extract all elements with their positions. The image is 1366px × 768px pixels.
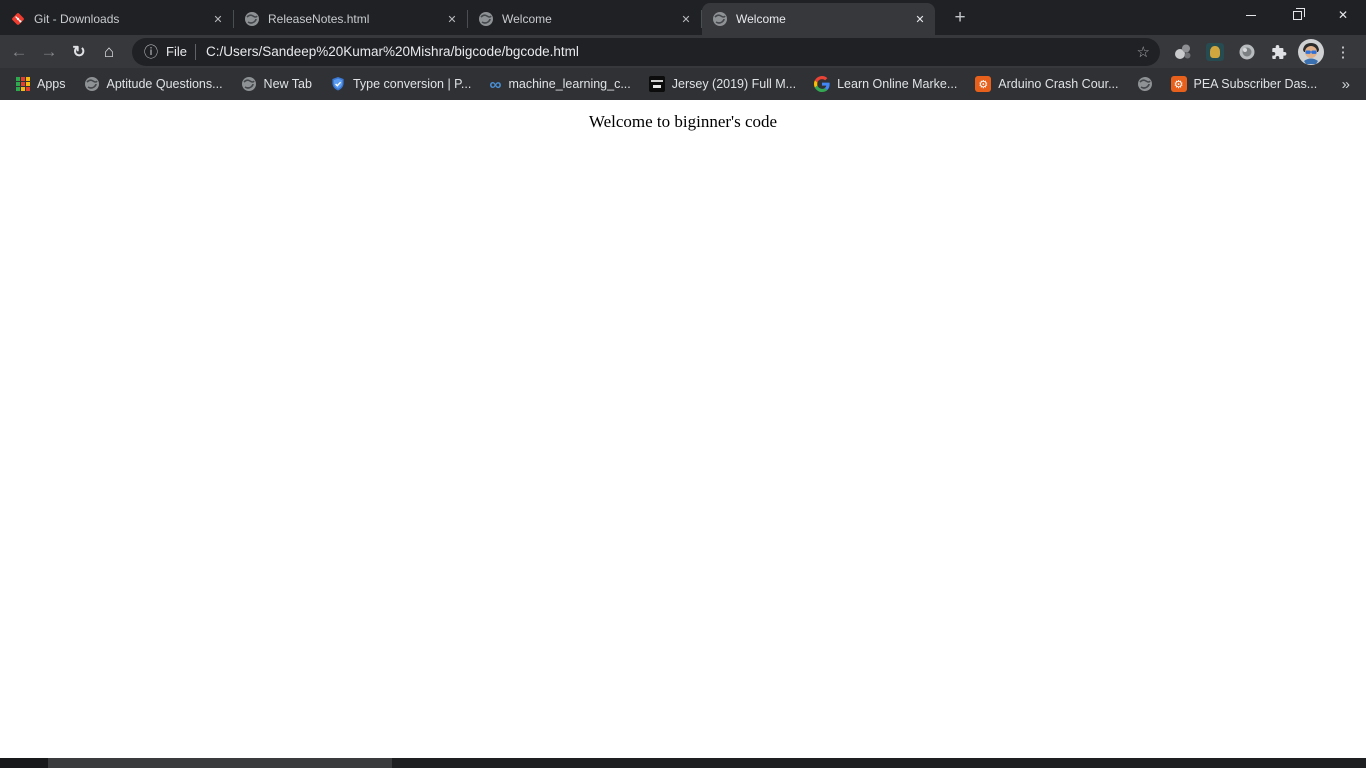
- globe-icon: [244, 11, 260, 27]
- bookmark-label: Learn Online Marke...: [837, 77, 958, 91]
- bookmark-label: New Tab: [263, 77, 312, 91]
- restore-button[interactable]: [1274, 0, 1320, 30]
- google-g-icon: [814, 76, 830, 92]
- tab-releasenotes[interactable]: ReleaseNotes.html ✕: [234, 3, 467, 35]
- horizontal-scrollbar[interactable]: [0, 758, 1366, 768]
- bookmark-pea-subscriber[interactable]: ⚙ PEA Subscriber Das...: [1163, 72, 1326, 96]
- bookmark-jersey-movie[interactable]: Jersey (2019) Full M...: [641, 72, 804, 96]
- home-button[interactable]: ⌂: [94, 37, 124, 67]
- bookmark-apps[interactable]: Apps: [8, 72, 74, 96]
- close-icon: ✕: [1337, 8, 1349, 22]
- new-tab-button[interactable]: +: [947, 5, 973, 31]
- bookmark-untitled[interactable]: [1129, 72, 1161, 96]
- apps-grid-icon: [16, 77, 30, 91]
- extension-character-icon[interactable]: [1200, 37, 1230, 67]
- browser-window: Git - Downloads ✕ ReleaseNotes.html ✕ We…: [0, 0, 1366, 768]
- reload-button[interactable]: ↻: [64, 37, 94, 67]
- restore-icon: [1292, 7, 1305, 20]
- tab-title: Welcome: [736, 12, 786, 26]
- robot-course-icon: ⚙: [975, 76, 992, 92]
- tab-strip: Git - Downloads ✕ ReleaseNotes.html ✕ We…: [0, 0, 1366, 35]
- bookmark-label: machine_learning_c...: [508, 77, 631, 91]
- tab-close-icon[interactable]: ✕: [911, 10, 929, 28]
- globe-icon: [478, 11, 494, 27]
- tab-title: ReleaseNotes.html: [268, 12, 370, 26]
- address-bar[interactable]: ⓘ File C:/Users/Sandeep%20Kumar%20Mishra…: [132, 37, 1160, 66]
- bookmark-new-tab[interactable]: New Tab: [233, 72, 320, 96]
- bookmark-label: Type conversion | P...: [352, 77, 472, 91]
- tab-close-icon[interactable]: ✕: [209, 10, 227, 28]
- extensions-puzzle-icon[interactable]: [1264, 37, 1294, 67]
- back-button[interactable]: ←: [4, 37, 34, 67]
- bookmark-arduino-course[interactable]: ⚙ Arduino Crash Cour...: [967, 72, 1126, 96]
- page-heading: Welcome to biginner's code: [588, 112, 778, 131]
- bookmarks-bar: Apps Aptitude Questions... New Tab Type …: [0, 68, 1366, 100]
- tab-title: Git - Downloads: [34, 12, 120, 26]
- profile-avatar[interactable]: [1296, 37, 1326, 67]
- page-info-icon[interactable]: ⓘ: [144, 42, 158, 62]
- close-button[interactable]: ✕: [1320, 0, 1366, 30]
- browser-menu-button[interactable]: ⋮: [1328, 37, 1358, 67]
- extension-sphere-icon[interactable]: [1232, 37, 1262, 67]
- bookmark-label: Aptitude Questions...: [106, 77, 223, 91]
- minimize-button[interactable]: [1228, 0, 1274, 30]
- window-controls: ✕: [1228, 0, 1366, 30]
- tab-title: Welcome: [502, 12, 552, 26]
- tab-git-downloads[interactable]: Git - Downloads ✕: [0, 3, 233, 35]
- bookmark-type-conversion[interactable]: Type conversion | P...: [322, 72, 479, 96]
- url-text[interactable]: C:/Users/Sandeep%20Kumar%20Mishra/bigcod…: [206, 44, 1129, 59]
- omnibox-divider: [194, 43, 196, 60]
- forward-button[interactable]: →: [34, 37, 64, 67]
- tab-welcome-active[interactable]: Welcome ✕: [702, 3, 935, 35]
- bookmark-label: Jersey (2019) Full M...: [671, 77, 797, 91]
- bookmarks-overflow-button[interactable]: »: [1336, 76, 1356, 93]
- globe-icon: [241, 76, 257, 92]
- extension-spheres-icon[interactable]: [1168, 37, 1198, 67]
- scrollbar-corner: [0, 758, 48, 768]
- colab-infinity-icon: ∞: [489, 74, 502, 94]
- bookmark-learn-online-marketing[interactable]: Learn Online Marke...: [806, 72, 965, 96]
- tab-close-icon[interactable]: ✕: [677, 10, 695, 28]
- globe-icon: [84, 76, 100, 92]
- url-scheme-label: File: [166, 44, 187, 59]
- scrollbar-thumb[interactable]: [48, 758, 392, 768]
- bookmark-aptitude-questions[interactable]: Aptitude Questions...: [76, 72, 231, 96]
- robot-course-icon: ⚙: [1170, 76, 1187, 92]
- toolbar: ← → ↻ ⌂ ⓘ File C:/Users/Sandeep%20Kumar%…: [0, 35, 1366, 68]
- kebab-menu-icon: ⋮: [1335, 43, 1351, 61]
- extension-character-image: [1206, 42, 1224, 61]
- globe-icon: [1137, 76, 1153, 92]
- globe-icon: [712, 11, 728, 27]
- tab-welcome-1[interactable]: Welcome ✕: [468, 3, 701, 35]
- bookmark-label: Arduino Crash Cour...: [998, 77, 1119, 91]
- bookmark-machine-learning[interactable]: ∞ machine_learning_c...: [481, 72, 638, 96]
- minimize-icon: [1246, 14, 1256, 16]
- bookmark-label: Apps: [37, 77, 66, 91]
- page-content: Welcome to biginner's code: [0, 100, 1366, 758]
- movie-site-icon: [648, 76, 665, 92]
- tab-close-icon[interactable]: ✕: [443, 10, 461, 28]
- shield-icon: [330, 76, 346, 92]
- bookmark-label: PEA Subscriber Das...: [1193, 77, 1318, 91]
- git-icon: [10, 11, 26, 27]
- bookmark-star-icon[interactable]: ☆: [1137, 43, 1150, 61]
